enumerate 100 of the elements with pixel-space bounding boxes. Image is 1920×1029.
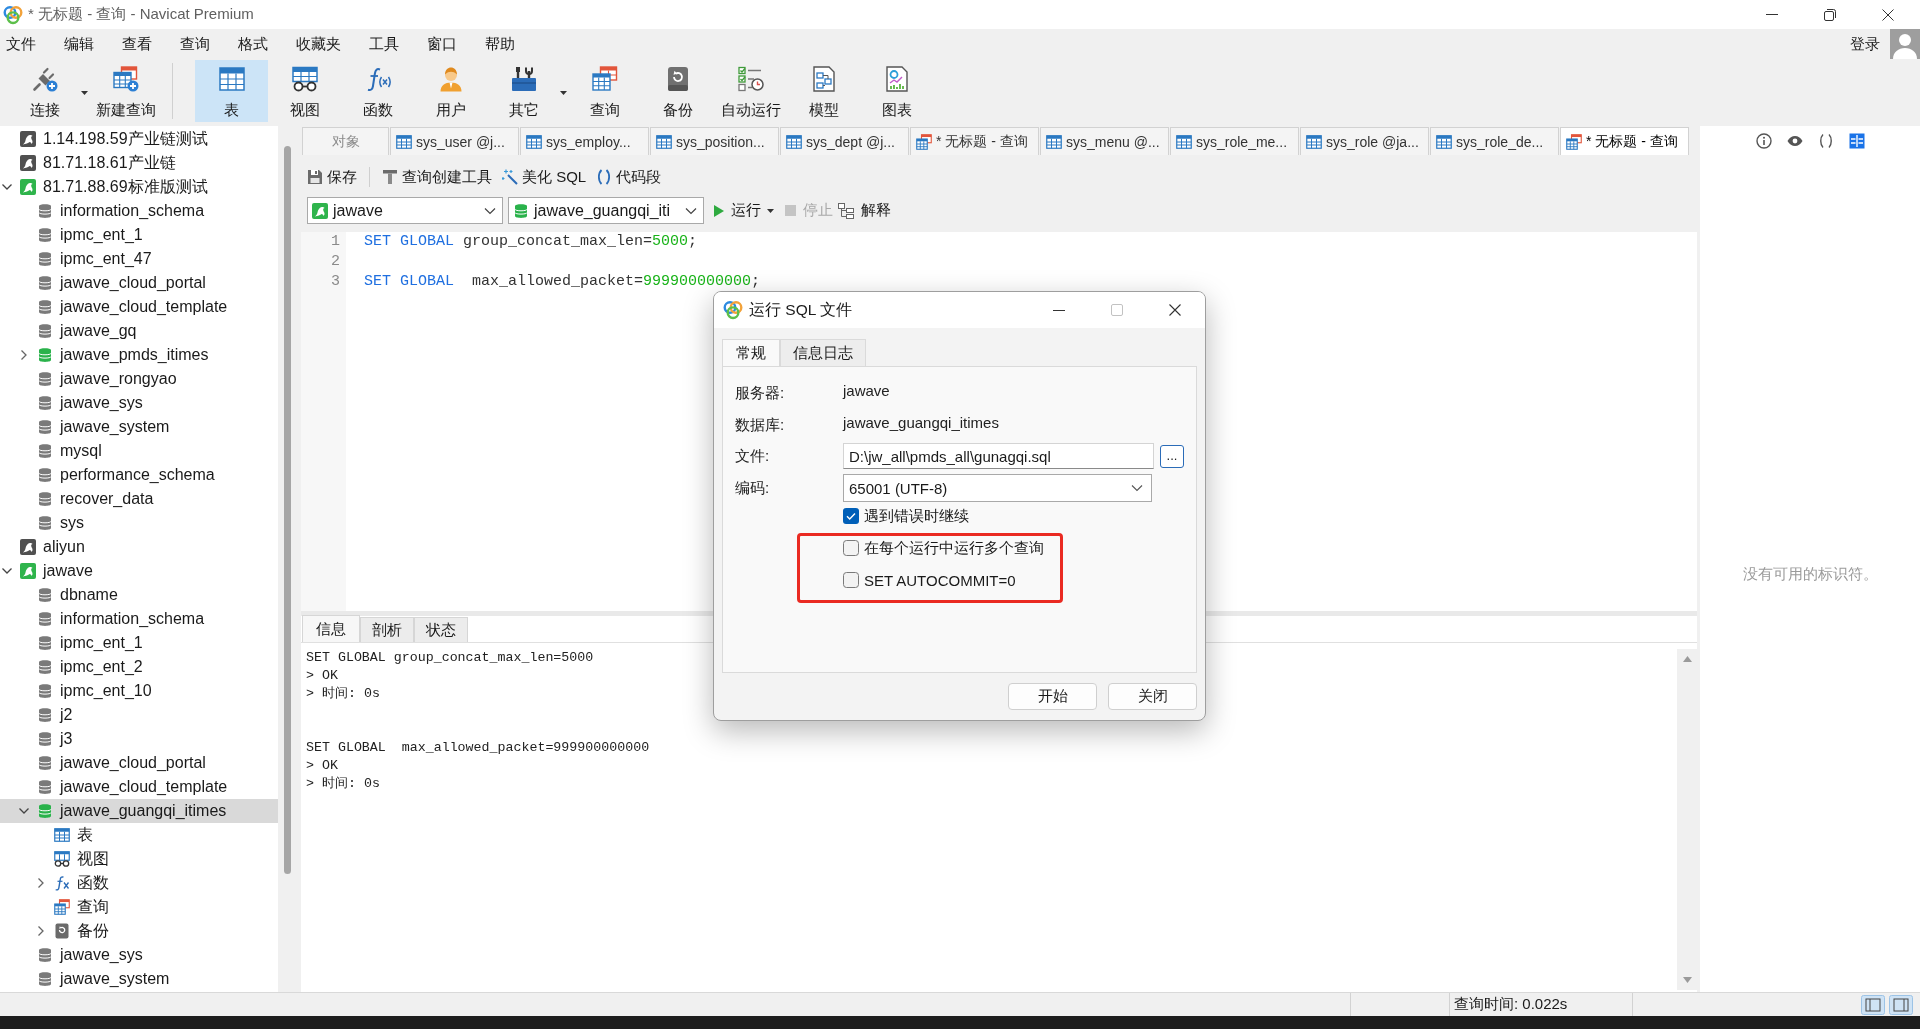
toolbar-button[interactable]: 自动运行: [714, 60, 787, 122]
tree-item[interactable]: ipmc_ent_10: [0, 679, 278, 703]
tree-item[interactable]: aliyun: [0, 535, 278, 559]
chevron-down-icon[interactable]: [2, 566, 12, 576]
toolbar-button[interactable]: 连接: [8, 60, 81, 122]
toolbar-button[interactable]: 图表: [860, 60, 933, 122]
tree-item[interactable]: jawave_cloud_portal: [0, 271, 278, 295]
tree-item[interactable]: ipmc_ent_47: [0, 247, 278, 271]
tree-item[interactable]: jawave_guangqi_itimes: [0, 799, 278, 823]
toolbar-button[interactable]: 模型: [787, 60, 860, 122]
tree-item[interactable]: jawave_system: [0, 967, 278, 991]
caret-icon[interactable]: [560, 91, 567, 95]
panel-right-icon[interactable]: [1889, 994, 1913, 1015]
tree-item[interactable]: jawave_pmds_itimes: [0, 343, 278, 367]
chevron-down-icon[interactable]: [19, 806, 29, 816]
menu-item[interactable]: 窗口: [413, 29, 471, 59]
toolbar-button[interactable]: 其它: [487, 60, 560, 122]
document-tab[interactable]: sys_dept @j...: [780, 127, 909, 155]
toolbar-button[interactable]: 表: [195, 60, 268, 122]
tree-item[interactable]: j2: [0, 703, 278, 727]
explain-button[interactable]: 解释: [838, 198, 891, 223]
info-icon[interactable]: [1755, 133, 1772, 149]
tree-item[interactable]: 表: [0, 823, 278, 847]
tree-item[interactable]: 81.71.88.69标准版测试: [0, 175, 278, 199]
eye-icon[interactable]: [1786, 133, 1803, 149]
document-tab[interactable]: * 无标题 - 查询: [910, 127, 1039, 155]
chevron-right-icon[interactable]: [36, 926, 46, 936]
menu-item[interactable]: 编辑: [50, 29, 108, 59]
tree-item[interactable]: jawave_system: [0, 415, 278, 439]
tree-item[interactable]: 81.71.18.61产业链: [0, 151, 278, 175]
tree-item[interactable]: jawave_gq: [0, 319, 278, 343]
start-button[interactable]: 开始: [1008, 683, 1097, 710]
tree-item[interactable]: information_schema: [0, 607, 278, 631]
tree-item[interactable]: ipmc_ent_1: [0, 223, 278, 247]
dialog-tab[interactable]: 常规: [722, 339, 780, 366]
dialog-tab[interactable]: 信息日志: [780, 339, 866, 366]
checkbox-label[interactable]: SET AUTOCOMMIT=0: [864, 571, 1016, 589]
tree-item[interactable]: dbname: [0, 583, 278, 607]
encoding-select[interactable]: 65001 (UTF-8): [843, 474, 1152, 502]
checkbox-label[interactable]: 遇到错误时继续: [864, 506, 969, 526]
toolbar-button[interactable]: 视图: [268, 60, 341, 122]
tree-item[interactable]: jawave_cloud_template: [0, 295, 278, 319]
tree-item[interactable]: ipmc_ent_2: [0, 655, 278, 679]
tree-item[interactable]: jawave: [0, 559, 278, 583]
tree-item[interactable]: 函数: [0, 871, 278, 895]
close-dialog-button[interactable]: 关闭: [1108, 683, 1197, 710]
tree-item[interactable]: 1.14.198.59产业链测试: [0, 127, 278, 151]
tree-item[interactable]: performance_schema: [0, 463, 278, 487]
checkbox[interactable]: [843, 540, 859, 556]
chevron-down-icon[interactable]: [2, 182, 12, 192]
tree-item[interactable]: ipmc_ent_1: [0, 631, 278, 655]
document-tab[interactable]: sys_role_me...: [1170, 127, 1299, 155]
menu-item[interactable]: 格式: [224, 29, 282, 59]
menu-item[interactable]: 收藏夹: [282, 29, 355, 59]
tree-item[interactable]: j3: [0, 727, 278, 751]
grid-icon[interactable]: [1848, 133, 1865, 149]
output-tab[interactable]: 信息: [302, 615, 360, 642]
chevron-right-icon[interactable]: [19, 350, 29, 360]
snippet-button[interactable]: 代码段: [596, 166, 662, 188]
toolbar-button[interactable]: 查询: [568, 60, 641, 122]
checkbox-label[interactable]: 在每个运行中运行多个查询: [864, 538, 1044, 558]
caret-icon[interactable]: [767, 208, 774, 213]
tree-item[interactable]: 视图: [0, 847, 278, 871]
document-tab[interactable]: sys_role @ja...: [1300, 127, 1429, 155]
document-tab[interactable]: sys_employ...: [520, 127, 649, 155]
tree-item[interactable]: information_schema: [0, 199, 278, 223]
menu-item[interactable]: 查询: [166, 29, 224, 59]
menu-item[interactable]: 工具: [355, 29, 413, 59]
tree-item[interactable]: sys: [0, 511, 278, 535]
output-tab[interactable]: 剖析: [360, 617, 414, 642]
save-button[interactable]: 保存: [307, 166, 357, 188]
tree-item[interactable]: mysql: [0, 439, 278, 463]
avatar-icon[interactable]: [1890, 29, 1920, 59]
toolbar-button[interactable]: 用户: [414, 60, 487, 122]
document-tab[interactable]: sys_position...: [650, 127, 779, 155]
checkbox[interactable]: [843, 508, 859, 524]
login-link[interactable]: 登录: [1850, 29, 1880, 59]
scrollbar-thumb[interactable]: [284, 146, 291, 874]
document-tab[interactable]: sys_role_de...: [1430, 127, 1559, 155]
toolbar-button[interactable]: 备份: [641, 60, 714, 122]
connection-select[interactable]: jawave: [307, 197, 503, 224]
document-tab[interactable]: sys_menu @...: [1040, 127, 1169, 155]
builder-button[interactable]: 查询创建工具: [382, 166, 492, 188]
menu-item[interactable]: 帮助: [471, 29, 529, 59]
chevron-right-icon[interactable]: [36, 878, 46, 888]
document-tab[interactable]: sys_user @j...: [390, 127, 519, 155]
beautify-button[interactable]: 美化 SQL: [502, 166, 587, 188]
document-tab[interactable]: * 无标题 - 查询: [1560, 127, 1689, 155]
panel-left-icon[interactable]: [1861, 994, 1885, 1015]
toolbar-button[interactable]: 函数: [341, 60, 414, 122]
file-path-field[interactable]: D:\jw_all\pmds_all\gunagqi.sql: [843, 443, 1154, 469]
menu-item[interactable]: 查看: [108, 29, 166, 59]
tree-item[interactable]: jawave_cloud_template: [0, 775, 278, 799]
output-tab[interactable]: 状态: [414, 617, 468, 642]
tree-item[interactable]: recover_data: [0, 487, 278, 511]
tree-item[interactable]: jawave_rongyao: [0, 367, 278, 391]
tree-item[interactable]: jawave_sys: [0, 943, 278, 967]
checkbox[interactable]: [843, 572, 859, 588]
menu-item[interactable]: 文件: [0, 29, 50, 59]
tree-item[interactable]: jawave_cloud_portal: [0, 751, 278, 775]
